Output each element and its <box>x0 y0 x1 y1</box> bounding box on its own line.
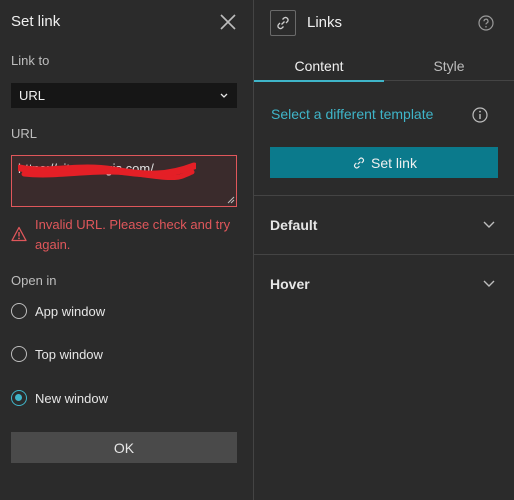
radio-new-window[interactable]: New window <box>11 390 108 406</box>
close-icon[interactable] <box>218 12 238 32</box>
url-label: URL <box>11 126 38 141</box>
radio-label: App window <box>35 303 106 319</box>
links-panel: Links Content Style Select a different t… <box>254 0 514 500</box>
links-title: Links <box>307 14 343 31</box>
chevron-down-icon <box>483 280 495 287</box>
radio-button[interactable] <box>11 346 27 362</box>
radio-button[interactable] <box>11 303 27 319</box>
select-template-link[interactable]: Select a different template <box>271 106 433 122</box>
radio-top-window[interactable]: Top window <box>11 346 103 362</box>
set-link-panel: Set link Link to URL URL https://sites.a… <box>0 0 253 500</box>
link-icon <box>354 157 365 168</box>
section-label: Default <box>270 217 318 233</box>
link-icon-box <box>270 10 296 36</box>
radio-label: Top window <box>35 346 103 362</box>
warning-icon <box>11 226 27 242</box>
radio-button-selected[interactable] <box>11 390 27 406</box>
section-label: Hover <box>270 276 310 292</box>
link-to-value: URL <box>19 88 46 103</box>
panel-tabs: Content Style <box>254 55 514 82</box>
panel-title: Set link <box>11 13 61 30</box>
link-to-select[interactable]: URL <box>11 83 237 108</box>
chevron-down-icon <box>220 93 228 98</box>
radio-app-window[interactable]: App window <box>11 303 105 319</box>
help-icon[interactable] <box>478 15 494 31</box>
set-link-button[interactable]: Set link <box>270 147 498 178</box>
tab-content[interactable]: Content <box>254 55 384 82</box>
section-default[interactable]: Default <box>254 196 514 254</box>
url-input[interactable]: https://sites.arcgis.com/ <box>11 155 237 207</box>
info-icon[interactable] <box>472 107 488 123</box>
link-to-label: Link to <box>11 53 50 68</box>
open-in-label: Open in <box>11 273 57 288</box>
chevron-down-icon <box>483 221 495 228</box>
tab-style[interactable]: Style <box>384 55 514 81</box>
set-link-label: Set link <box>371 154 417 171</box>
resize-grip-icon[interactable] <box>227 196 235 204</box>
ok-button[interactable]: OK <box>11 432 237 463</box>
radio-label: New window <box>35 390 108 406</box>
url-error-message: Invalid URL. Please check and try again. <box>35 217 231 252</box>
link-icon <box>277 16 289 30</box>
section-hover[interactable]: Hover <box>254 255 514 313</box>
